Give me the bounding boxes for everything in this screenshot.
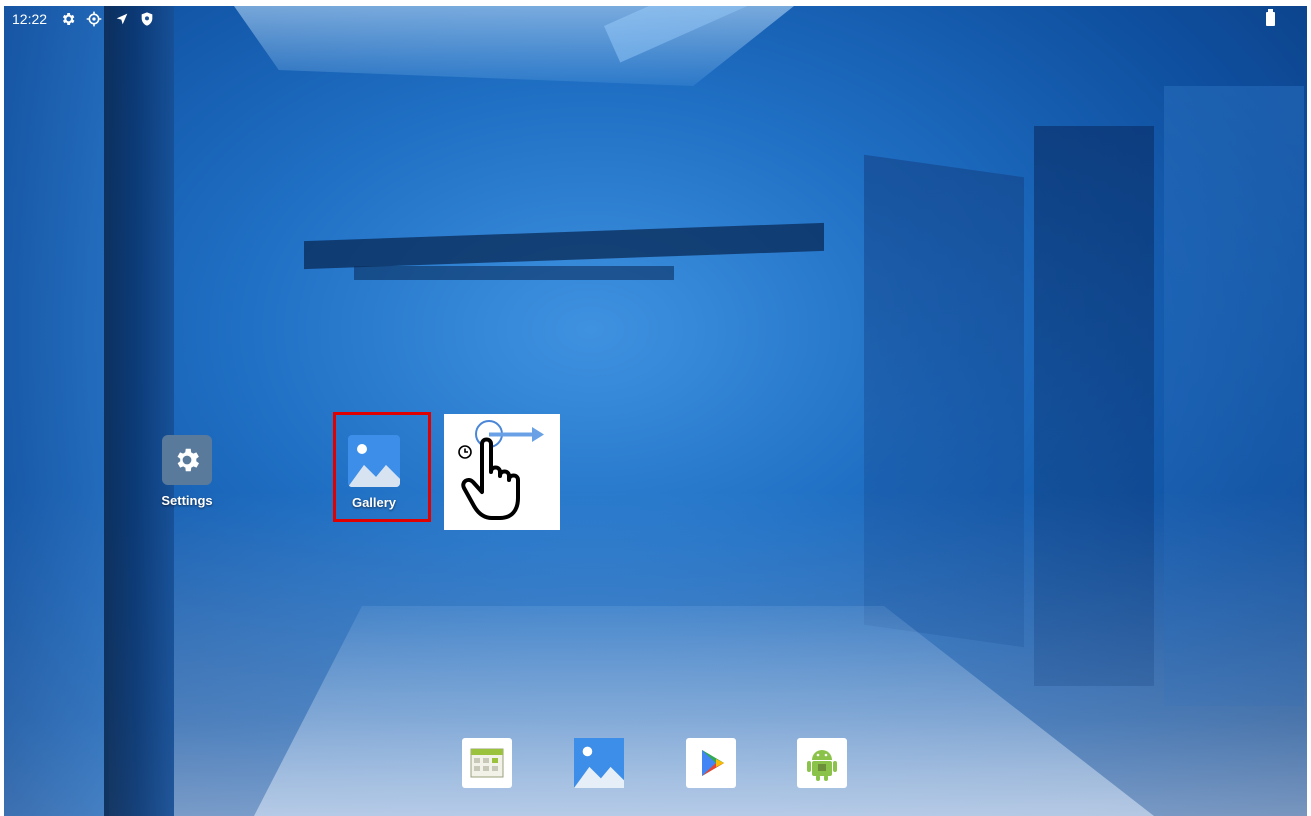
settings-app[interactable]: Settings [147,435,227,508]
wallpaper-shape [4,6,109,816]
wallpaper-panel [1034,126,1154,686]
calendar-grid-icon [462,738,512,788]
image-icon [574,738,624,788]
swipe-hand-gesture-icon [444,414,560,530]
status-clock: 12:22 [12,11,48,27]
wallpaper-panel [1164,86,1304,706]
wallpaper-dark-beam [304,222,824,270]
settings-label: Settings [161,493,213,508]
status-bar: 12:22 [4,6,1307,34]
android-robot-icon [797,738,847,788]
gear-icon [162,435,212,485]
shield-icon [139,11,155,27]
gallery-highlight-box [333,412,431,522]
right-arrow-icon [489,427,544,442]
settings-gear-icon [60,11,76,27]
crosshair-target-icon [86,11,102,27]
android-app[interactable] [797,738,847,788]
home-screen: 12:22 Settings Gallery [4,6,1307,816]
battery-icon [1266,9,1275,26]
calendar-app[interactable] [462,738,512,788]
wallpaper-pillar [104,6,174,816]
wallpaper-panel [864,154,1024,648]
location-arrow-icon [114,11,130,27]
play-store-app[interactable] [686,738,736,788]
wallpaper-dark-beam [354,266,674,280]
clock-icon [458,445,472,459]
play-store-icon [686,738,736,788]
gallery-dock-app[interactable] [574,738,624,788]
